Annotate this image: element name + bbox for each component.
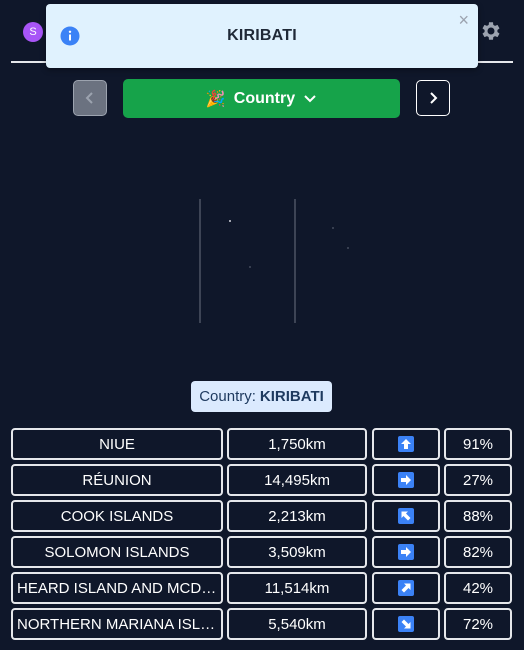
guess-direction: [372, 572, 440, 604]
table-row: SOLOMON ISLANDS 3,509km 82%: [11, 536, 513, 568]
mode-label: Country: [233, 89, 296, 107]
guess-proximity: 88%: [444, 500, 512, 532]
guess-distance: 2,213km: [227, 500, 367, 532]
guesses-table: NIUE 1,750km 91% RÉUNION 14,495km 27% CO…: [11, 428, 513, 644]
chevron-left-icon: [85, 92, 93, 104]
table-row: RÉUNION 14,495km 27%: [11, 464, 513, 496]
guess-proximity: 91%: [444, 428, 512, 460]
guess-distance: 1,750km: [227, 428, 367, 460]
guess-country: NORTHERN MARIANA ISLANDS: [11, 608, 223, 640]
next-button[interactable]: [416, 80, 450, 116]
guess-proximity: 82%: [444, 536, 512, 568]
gear-icon[interactable]: [478, 19, 502, 43]
answer-toast: KIRIBATI ×: [46, 4, 478, 68]
party-icon: 🎉: [205, 90, 226, 108]
guess-direction: [372, 428, 440, 460]
arrow-down-right-icon: [398, 616, 414, 632]
guess-country: RÉUNION: [11, 464, 223, 496]
guess-proximity: 72%: [444, 608, 512, 640]
guess-country: NIUE: [11, 428, 223, 460]
answer-name: KIRIBATI: [259, 388, 324, 405]
arrow-up-icon: [398, 436, 414, 452]
guess-direction: [372, 608, 440, 640]
guess-direction: [372, 536, 440, 568]
arrow-up-left-icon: [398, 508, 414, 524]
previous-button[interactable]: [73, 80, 107, 116]
guess-country: HEARD ISLAND AND MCDONALD ISLANDS: [11, 572, 223, 604]
arrow-right-icon: [398, 544, 414, 560]
toast-title: KIRIBATI: [227, 27, 297, 44]
guess-distance: 14,495km: [227, 464, 367, 496]
close-icon[interactable]: ×: [458, 11, 469, 29]
table-row: NORTHERN MARIANA ISLANDS 5,540km 72%: [11, 608, 513, 640]
guess-distance: 11,514km: [227, 572, 367, 604]
guess-distance: 5,540km: [227, 608, 367, 640]
guess-proximity: 27%: [444, 464, 512, 496]
table-row: NIUE 1,750km 91%: [11, 428, 513, 460]
table-row: COOK ISLANDS 2,213km 88%: [11, 500, 513, 532]
chevron-right-icon: [430, 92, 438, 104]
table-row: HEARD ISLAND AND MCDONALD ISLANDS 11,514…: [11, 572, 513, 604]
mode-select-button[interactable]: 🎉 Country: [123, 79, 400, 118]
answer-prefix: Country:: [199, 388, 256, 405]
arrow-right-icon: [398, 472, 414, 488]
guess-proximity: 42%: [444, 572, 512, 604]
guess-country: COOK ISLANDS: [11, 500, 223, 532]
answer-badge: Country: KIRIBATI: [191, 381, 332, 412]
guess-country: SOLOMON ISLANDS: [11, 536, 223, 568]
guess-distance: 3,509km: [227, 536, 367, 568]
country-map: [199, 199, 349, 323]
guess-direction: [372, 464, 440, 496]
guess-direction: [372, 500, 440, 532]
arrow-up-right-icon: [398, 580, 414, 596]
chevron-down-icon: [304, 94, 316, 102]
user-avatar[interactable]: S: [23, 22, 43, 42]
